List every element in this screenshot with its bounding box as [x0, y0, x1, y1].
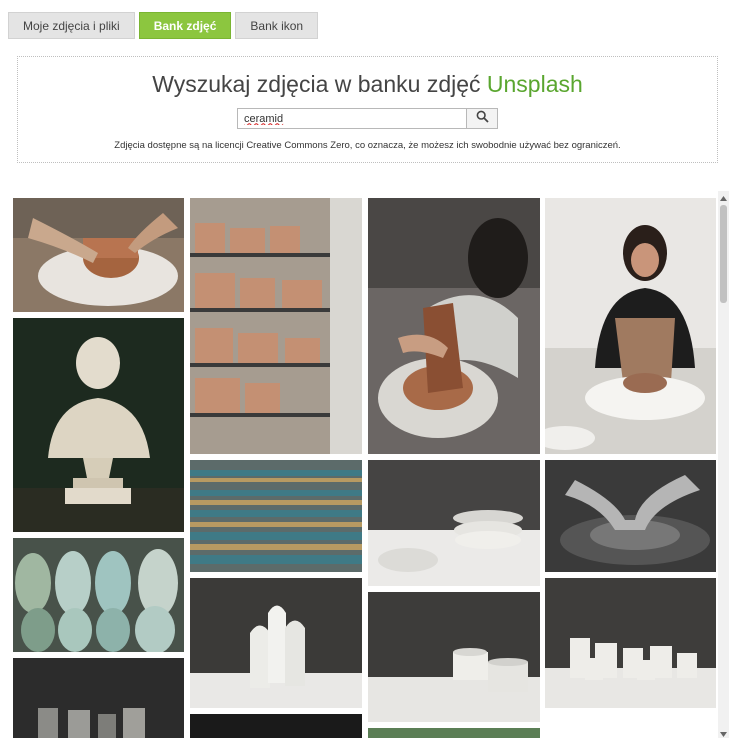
photo-white-mugs[interactable] — [368, 592, 540, 722]
tab-icon-bank[interactable]: Bank ikon — [235, 12, 319, 39]
tab-my-photos[interactable]: Moje zdjęcia i pliki — [8, 12, 135, 39]
photo-marble-bust[interactable] — [13, 318, 184, 532]
search-row — [237, 108, 499, 129]
photo-mosaic-steps[interactable] — [190, 460, 362, 572]
photo-glazed-vases[interactable] — [13, 538, 184, 652]
photo-dark-partial[interactable] — [190, 714, 362, 738]
search-button[interactable] — [467, 108, 498, 129]
brand-name: Unsplash — [486, 71, 583, 97]
photo-white-cups[interactable] — [545, 578, 716, 708]
search-title-text: Wyszukaj zdjęcia w banku zdjęć — [152, 71, 487, 97]
search-input[interactable] — [237, 108, 467, 129]
tab-photo-bank[interactable]: Bank zdjęć — [138, 12, 232, 39]
photo-gallery — [13, 198, 716, 738]
photo-grey-cylinders[interactable] — [13, 658, 184, 738]
tab-bar: Moje zdjęcia i pliki Bank zdjęć Bank iko… — [8, 12, 319, 39]
photo-bw-hands-clay[interactable] — [545, 460, 716, 572]
arrow-up-icon — [720, 188, 727, 206]
scroll-up-button[interactable] — [718, 191, 729, 202]
search-panel: Wyszukaj zdjęcia w banku zdjęć Unsplash … — [17, 56, 718, 163]
photo-green-partial[interactable] — [368, 728, 540, 738]
photo-stacked-bowls[interactable] — [368, 460, 540, 586]
photo-white-bottles[interactable] — [190, 578, 362, 708]
scroll-thumb[interactable] — [720, 205, 727, 303]
photo-woman-pottery[interactable] — [545, 198, 716, 454]
vertical-scrollbar[interactable] — [718, 191, 729, 738]
search-icon — [476, 110, 489, 128]
photo-hands-shaping-clay[interactable] — [13, 198, 184, 312]
photo-terracotta-shelves[interactable] — [190, 198, 362, 454]
arrow-down-icon — [720, 724, 727, 738]
search-title: Wyszukaj zdjęcia w banku zdjęć Unsplash — [18, 71, 717, 98]
license-note: Zdjęcia dostępne są na licencji Creative… — [114, 140, 621, 151]
photo-potter-closeup[interactable] — [368, 198, 540, 454]
scroll-down-button[interactable] — [718, 727, 729, 738]
